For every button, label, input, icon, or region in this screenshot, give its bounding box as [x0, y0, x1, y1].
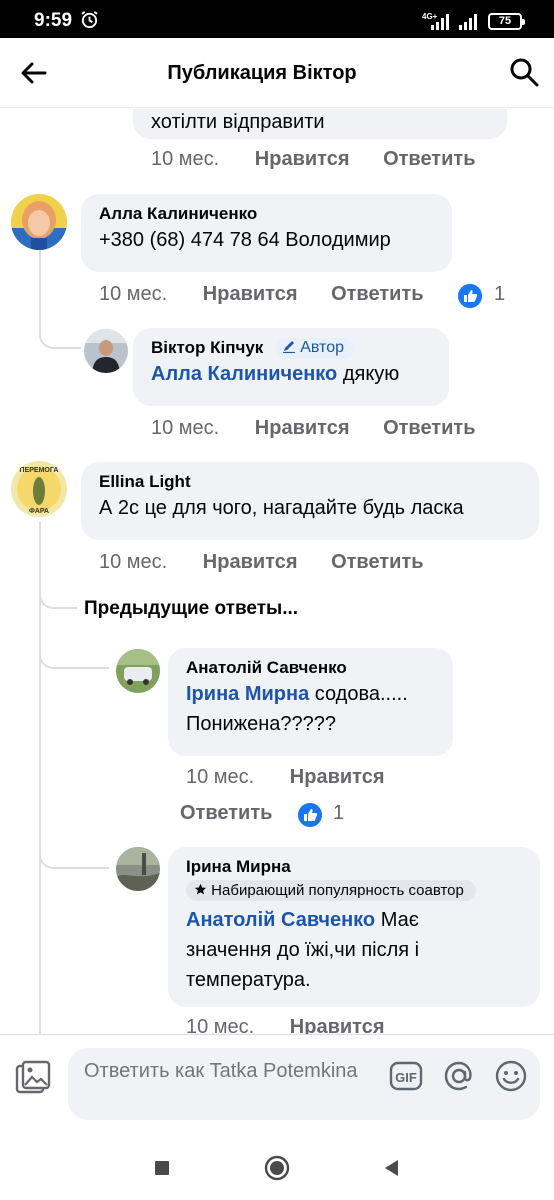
contributor-badge: Набирающий популярность соавтор — [186, 880, 476, 901]
contributor-badge-label: Набирающий популярность соавтор — [211, 882, 464, 899]
emoji-icon[interactable] — [494, 1059, 528, 1093]
avatar[interactable] — [84, 329, 128, 373]
comment-author[interactable]: Ellina Light — [99, 471, 191, 493]
thread-connector — [39, 249, 81, 349]
avatar[interactable]: ПЕРЕМОГА ФАРА — [11, 461, 67, 517]
comment-actions: 10 мес. Нравится Ответить — [151, 148, 475, 171]
reaction-count[interactable]: 1 — [494, 283, 505, 306]
comment-author[interactable]: Анатолій Савченко — [186, 657, 347, 679]
comment-bubble[interactable]: хотілти відправити — [133, 109, 507, 139]
avatar-image — [116, 847, 160, 891]
comment-time: 10 мес. — [186, 1016, 255, 1034]
comment-time: 10 мес. — [99, 551, 168, 573]
avatar-caption-bottom: ФАРА — [29, 508, 49, 515]
circle-icon[interactable] — [263, 1154, 291, 1182]
avatar[interactable] — [116, 847, 160, 891]
thread-connector — [39, 629, 109, 669]
alarm-icon — [81, 11, 98, 29]
reply-composer: GIF — [0, 1034, 554, 1134]
system-nav-bar — [0, 1134, 554, 1200]
comment-text: хотілти відправити — [151, 111, 325, 133]
comment-actions: 10 мес. Нравится — [186, 766, 385, 789]
comment-text: температура. — [186, 969, 311, 991]
comment-bubble[interactable]: Алла Калиниченко +380 (68) 474 78 64 Вол… — [81, 194, 452, 272]
comment-time: 10 мес. — [151, 417, 220, 439]
author-badge-label: Автор — [300, 339, 344, 356]
avatar-image — [84, 329, 128, 373]
signal-icon — [431, 14, 449, 30]
at-icon[interactable] — [442, 1059, 476, 1093]
gif-icon[interactable]: GIF — [389, 1059, 423, 1093]
triangle-back-icon[interactable] — [378, 1154, 406, 1182]
comment-bubble[interactable]: Віктор Кіпчук Автор Алла Калиниченко дяк… — [133, 328, 449, 406]
comment-text: Понижена????? — [186, 713, 336, 735]
comment-text: Має — [375, 909, 419, 931]
avatar[interactable] — [11, 194, 67, 250]
avatar-caption-top: ПЕРЕМОГА — [20, 467, 59, 474]
thread-connector — [39, 579, 77, 609]
comments-feed[interactable]: хотілти відправити 10 мес. Нравится Отве… — [0, 109, 554, 1034]
comment-author[interactable]: Алла Калиниченко — [99, 203, 257, 225]
comment-actions: 10 мес. Нравится — [186, 1016, 385, 1034]
status-time: 9:59 — [34, 10, 73, 31]
comment-time: 10 мес. — [151, 148, 220, 170]
reply-button[interactable]: Ответить — [180, 802, 272, 824]
mention-link[interactable]: Алла Калиниченко — [151, 363, 337, 385]
comment-author[interactable]: Ірина Мирна — [186, 856, 291, 878]
comment-actions: 10 мес. Нравится Ответить — [99, 551, 423, 574]
battery-icon: 75 — [488, 13, 525, 30]
reply-button[interactable]: Ответить — [331, 283, 423, 305]
page-title: Публикация Віктор — [167, 62, 357, 84]
comment-time: 10 мес. — [186, 766, 255, 788]
previous-replies-link[interactable]: Предыдущие ответы... — [84, 598, 298, 620]
signal-icon — [459, 14, 477, 30]
avatar-image — [11, 194, 67, 250]
pencil-icon — [282, 341, 295, 354]
like-button[interactable]: Нравится — [290, 1016, 385, 1034]
like-button[interactable]: Нравится — [255, 148, 350, 170]
comment-bubble[interactable]: Анатолій Савченко Ірина Мирна содова....… — [168, 648, 453, 756]
avatar-image — [116, 649, 160, 693]
comment-text: А 2с це для чого, нагадайте будь ласка — [99, 497, 464, 519]
avatar-image: ПЕРЕМОГА ФАРА — [11, 461, 67, 517]
like-button[interactable]: Нравится — [203, 551, 298, 573]
comment-bubble[interactable]: Ірина Мирна Набирающий популярность соав… — [168, 847, 540, 1007]
mention-link[interactable]: Ірина Мирна — [186, 683, 309, 705]
author-badge: Автор — [275, 338, 354, 359]
star-icon — [194, 883, 207, 895]
comment-text: дякую — [337, 363, 400, 385]
photo-icon[interactable] — [14, 1059, 52, 1097]
comment-text: +380 (68) 474 78 64 Володимир — [99, 229, 391, 251]
svg-text:GIF: GIF — [395, 1070, 417, 1085]
header: Публикация Віктор — [0, 38, 554, 108]
reply-button[interactable]: Ответить — [383, 417, 475, 439]
comment-actions: 10 мес. Нравится Ответить — [151, 417, 475, 440]
reaction-count[interactable]: 1 — [333, 802, 344, 825]
comment-author[interactable]: Віктор Кіпчук — [151, 337, 263, 359]
like-button[interactable]: Нравится — [290, 766, 385, 788]
like-icon — [298, 803, 322, 827]
comment-bubble[interactable]: Ellina Light А 2с це для чого, нагадайте… — [81, 462, 539, 540]
comment-time: 10 мес. — [99, 283, 168, 305]
reply-button[interactable]: Ответить — [383, 148, 475, 170]
like-icon — [458, 284, 482, 308]
thread-connector — [39, 829, 109, 869]
reply-button[interactable]: Ответить — [331, 551, 423, 573]
status-bar: 9:59 4G+ 75 — [0, 0, 554, 38]
mention-link[interactable]: Анатолій Савченко — [186, 909, 375, 931]
comment-text: содова..... — [309, 683, 408, 705]
like-button[interactable]: Нравится — [255, 417, 350, 439]
like-button[interactable]: Нравится — [203, 283, 298, 305]
avatar[interactable] — [116, 649, 160, 693]
square-icon[interactable] — [148, 1154, 176, 1182]
search-icon[interactable] — [508, 56, 540, 88]
comment-text: значення до їжі,чи після і — [186, 939, 420, 961]
comment-actions: 10 мес. Нравится Ответить — [99, 283, 423, 306]
comment-actions: Ответить — [180, 802, 272, 825]
